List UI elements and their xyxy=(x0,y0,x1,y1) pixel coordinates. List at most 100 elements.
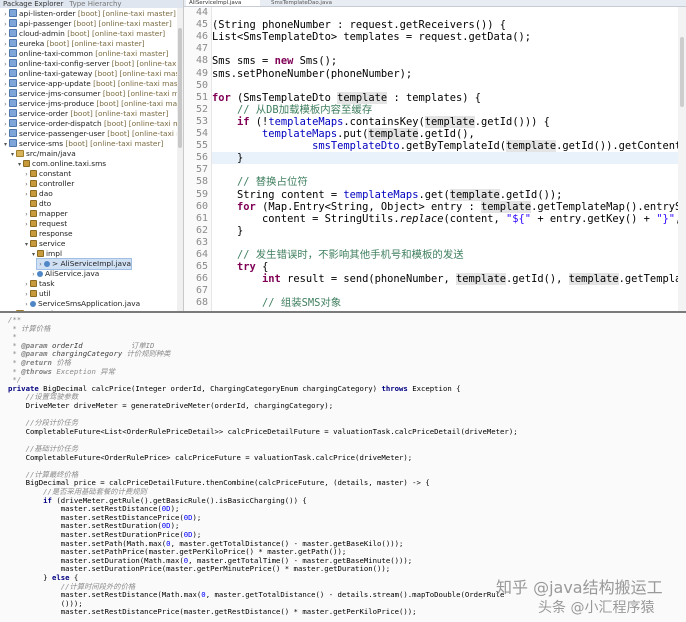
tree-item[interactable]: › online-taxi-config-server [boot] [onlin… xyxy=(2,59,183,69)
tree-item[interactable]: › api-listen-order [boot] [online-taxi ma… xyxy=(2,9,176,19)
ide-top-screenshot: Package Explorer Type Hierarchy › api-list… xyxy=(0,0,686,312)
code-editor: AliServiceImpl.java SmsTemplateDao.java … xyxy=(184,0,686,312)
editor-tab-sms-template-dao[interactable]: SmsTemplateDao.java xyxy=(268,0,344,6)
tree-item[interactable]: › util xyxy=(23,289,50,299)
code-line[interactable]: for (SmsTemplateDto template : templates… xyxy=(212,91,481,104)
watermark: 知乎 @java结构搬运工 头条 @小汇程序猿 xyxy=(496,572,686,622)
expanded-arrow-icon[interactable]: ▾ xyxy=(9,150,16,160)
tree-item[interactable]: › ServiceSmsApplication.java xyxy=(23,299,140,309)
code-token: Exception 异常 xyxy=(51,366,115,376)
package-explorer-header[interactable]: Package Explorer Type Hierarchy xyxy=(0,0,183,8)
expanded-arrow-icon[interactable]: ▾ xyxy=(16,160,23,170)
tree-item[interactable]: ▾ com.online.taxi.sms xyxy=(16,159,106,169)
tree-item-label: service xyxy=(39,239,66,248)
tree-item-decoration: [boot] [online-taxi master] xyxy=(111,59,183,68)
scrollbar-thumb[interactable] xyxy=(178,28,182,148)
tree-item[interactable]: dto xyxy=(23,199,51,209)
editor-tab-ali-service-impl[interactable]: AliServiceImpl.java xyxy=(186,0,260,6)
watermark-toutiao: 头条 @小汇程序猿 xyxy=(538,600,655,616)
code-line[interactable]: // 从DB加载模板内容至缓存 xyxy=(212,104,372,116)
line-number: 49 xyxy=(195,67,208,79)
type-hierarchy-tab[interactable]: Type Hierarchy xyxy=(69,0,121,8)
code-line[interactable]: String content = templateMaps.get(templa… xyxy=(212,188,562,201)
code-line[interactable]: if (!templateMaps.containsKey(template.g… xyxy=(212,115,550,128)
code-line[interactable]: sms.setPhoneNumber(phoneNumber); xyxy=(212,68,412,80)
code-token: if xyxy=(237,115,250,128)
tree-item[interactable]: ▾ impl xyxy=(30,249,62,259)
code-line[interactable]: } xyxy=(212,225,243,237)
code-token: BigDecimal calcPrice(Integer orderId, Ch… xyxy=(38,383,382,393)
tree-item[interactable]: › constant xyxy=(23,169,71,179)
tree-item[interactable]: response xyxy=(23,229,73,239)
code-line[interactable]: content = StringUtils.replace(content, "… xyxy=(212,213,686,225)
tree-item[interactable]: › cloud-admin [boot] [online-taxi master] xyxy=(2,29,165,39)
tree-item[interactable]: › online-taxi-common [online-taxi master] xyxy=(2,49,169,59)
tree-item-label: dao xyxy=(39,189,53,198)
code-line[interactable]: templateMaps.put(template.getId(), xyxy=(212,128,475,140)
editor-scrollbar[interactable] xyxy=(678,7,686,312)
line-number: 65 xyxy=(195,261,208,273)
tree-item[interactable]: › service-jms-consumer [boot] [online-tax… xyxy=(2,89,183,99)
tree-item[interactable]: ▾ src/main/java xyxy=(9,149,76,159)
tree-item[interactable]: › service-passenger-user [boot] [online-t… xyxy=(2,129,183,139)
tree-item[interactable]: ▾ service xyxy=(23,239,66,250)
tree-item-label: controller xyxy=(39,179,75,188)
code-token: .get( xyxy=(418,188,450,201)
expanded-arrow-icon[interactable]: ▾ xyxy=(2,140,9,150)
code-line[interactable]: // 组装SMS对象 xyxy=(212,297,341,309)
scrollbar-thumb[interactable] xyxy=(680,37,684,107)
java-icon xyxy=(30,301,36,307)
code-token: "}" xyxy=(656,212,675,225)
code-line[interactable]: // 替换占位符 xyxy=(212,176,308,188)
tree-item[interactable]: › service-jms-produce [boot] [online-taxi… xyxy=(2,99,183,109)
line-number: 62 xyxy=(195,224,208,236)
code-token: // 组装SMS对象 xyxy=(212,297,342,310)
tree-item[interactable]: › eureka [boot] [online-taxi master] xyxy=(2,39,145,49)
tree-item[interactable]: › controller xyxy=(23,179,74,189)
code-line[interactable]: try { xyxy=(212,261,268,273)
code-token: for xyxy=(237,200,256,213)
tree-item-decoration: [boot] [online-taxi master] xyxy=(63,139,164,148)
code-line[interactable]: List<SmsTemplateDto> templates = request… xyxy=(212,31,531,43)
code-token: Sms(); xyxy=(293,55,338,68)
tree-item-label: ServiceSmsApplication.java xyxy=(38,299,141,308)
tree-item-label: response xyxy=(39,229,73,238)
code-line[interactable]: smsTemplateDto.getByTemplateId(template.… xyxy=(212,140,686,153)
tree-item[interactable]: › service-app-update [boot] [online-taxi … xyxy=(2,79,183,89)
tree-item[interactable]: › AliService.java xyxy=(30,269,99,279)
java-icon xyxy=(44,261,50,267)
tree-item[interactable]: › task xyxy=(23,279,54,289)
code-line[interactable]: int result = send(phoneNumber, template.… xyxy=(212,273,686,286)
tree-item[interactable]: › api-passenger [boot] [online-taxi maste… xyxy=(2,19,172,29)
code-line[interactable]: Sms sms = new Sms(); xyxy=(212,55,337,67)
code-line[interactable]: for (Map.Entry<String, Object> entry : t… xyxy=(212,200,686,213)
expanded-arrow-icon[interactable]: ▾ xyxy=(23,240,30,250)
code-token: templateMaps xyxy=(262,128,338,140)
code-line[interactable]: (String phoneNumber : request.getReceive… xyxy=(212,19,506,31)
tree-item[interactable]: › request xyxy=(23,219,67,229)
code-token: (content, xyxy=(443,212,507,225)
package-explorer-title: Package Explorer xyxy=(3,0,64,8)
tree-item-decoration: [boot] [online-taxi master] xyxy=(107,129,183,138)
code-line[interactable]: // 发生错误时，不影响其他手机号和模板的发送 xyxy=(212,249,464,261)
tree-item[interactable]: › mapper xyxy=(23,209,67,219)
project-icon xyxy=(9,69,17,77)
srcfolder-icon xyxy=(16,150,24,157)
tree-item[interactable]: › > AliServiceImpl.java xyxy=(36,258,132,270)
tree-item[interactable]: ▾ service-sms [boot] [online-taxi master] xyxy=(2,139,163,149)
code-line: CompletableFuture<OrderRulePrice> calcPr… xyxy=(8,453,413,462)
tree-item[interactable]: › online-taxi-gateway [boot] [online-taxi… xyxy=(2,69,183,79)
package-explorer-scrollbar[interactable] xyxy=(177,8,183,312)
java-icon xyxy=(37,271,43,277)
tree-item[interactable]: › service-order-dispatch [boot] [online-t… xyxy=(2,119,183,129)
line-number: 55 xyxy=(195,140,208,152)
tree-item[interactable]: › service-order [boot] [online-taxi maste… xyxy=(2,109,168,119)
code-token: smsTemplateDto xyxy=(312,140,400,153)
code-token: template xyxy=(506,140,557,153)
tree-item[interactable]: › dao xyxy=(23,189,53,199)
code-line[interactable]: } xyxy=(212,152,243,164)
project-icon xyxy=(9,29,17,37)
expanded-arrow-icon[interactable]: ▾ xyxy=(30,250,37,260)
line-number: 61 xyxy=(195,212,208,224)
